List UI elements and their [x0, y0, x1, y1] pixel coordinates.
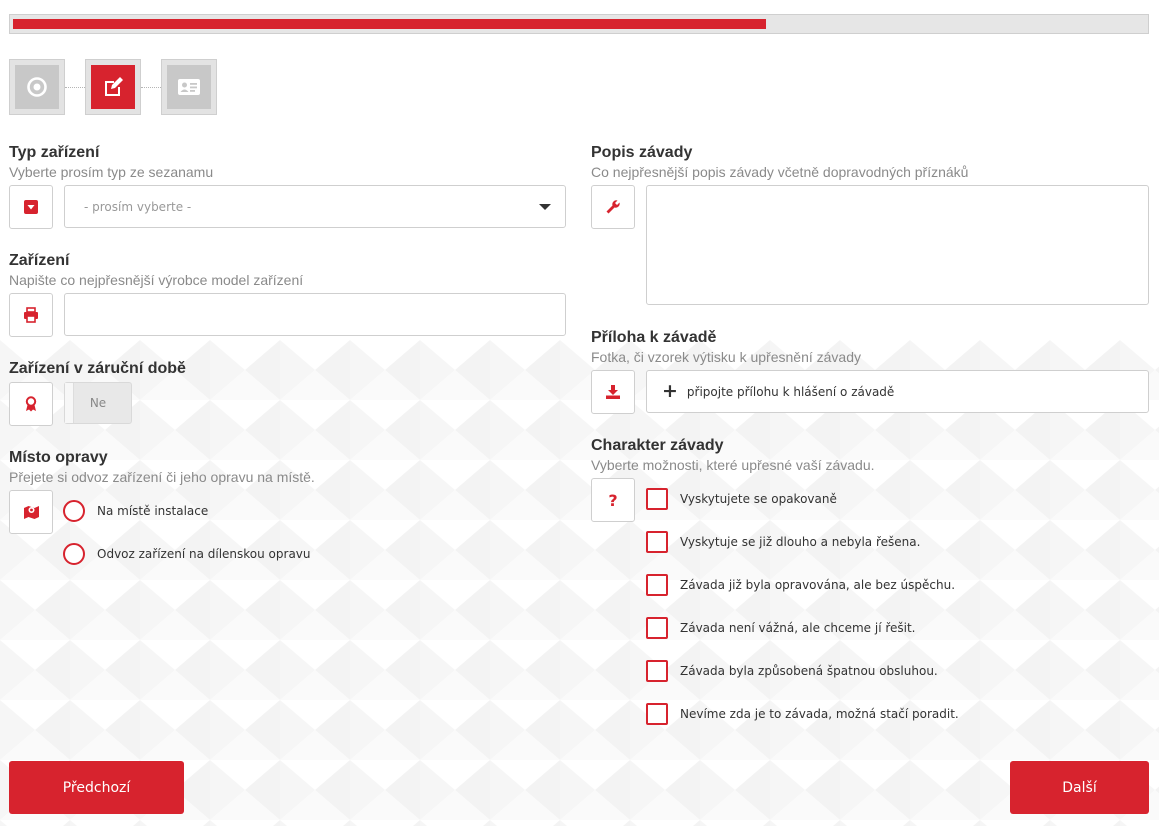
next-button[interactable]: Další	[1010, 761, 1149, 814]
fault-character-field: Charakter závady Vyberte možnosti, které…	[591, 437, 1151, 737]
printer-icon	[24, 307, 38, 323]
attachment-icon-box	[591, 370, 635, 414]
progress-bar	[9, 14, 1149, 34]
repair-place-title: Místo opravy	[9, 449, 108, 466]
step-connector	[141, 87, 161, 88]
radio-button[interactable]	[63, 500, 85, 522]
fault-description-field: Popis závady Co nejpřesnější popis závad…	[591, 144, 1151, 305]
step-id-card[interactable]	[161, 59, 217, 115]
wrench-icon	[606, 200, 620, 214]
fault-character-title: Charakter závady	[591, 437, 724, 454]
caret-square-down-icon	[24, 200, 38, 214]
chevron-down-icon	[539, 204, 551, 210]
fault-character-subtitle: Vyberte možnosti, které upřesné vaší záv…	[591, 457, 875, 473]
progress-bar-fill	[13, 19, 766, 29]
device-type-select[interactable]: - prosím vyberte -	[64, 185, 566, 228]
checkbox[interactable]	[646, 617, 668, 639]
checkbox-label: Závada byla způsobená špatnou obsluhou.	[680, 664, 938, 678]
repair-place-subtitle: Přejete si odvoz zařízení či jeho opravu…	[9, 469, 315, 485]
checkbox-label: Vyskytuje se již dlouho a nebyla řešena.	[680, 535, 921, 549]
fault-character-icon-box: ?	[591, 478, 635, 522]
edit-icon	[105, 77, 123, 96]
checkbox-option-not-serious[interactable]: Závada není vážná, ale chceme jí řešit.	[646, 617, 916, 639]
checkbox[interactable]	[646, 488, 668, 510]
fault-description-subtitle: Co nejpřesnější popis závady včetně dopr…	[591, 164, 969, 180]
step-edit[interactable]	[85, 59, 141, 115]
checkbox[interactable]	[646, 531, 668, 553]
device-type-icon-box	[9, 185, 53, 229]
device-input[interactable]	[64, 293, 566, 336]
warranty-toggle-label: Ne	[89, 396, 107, 410]
fault-description-title: Popis závady	[591, 144, 693, 161]
step-connector	[65, 87, 85, 88]
checkbox[interactable]	[646, 660, 668, 682]
plus-icon: +	[662, 380, 678, 402]
checkbox-option-advice[interactable]: Nevíme zda je to závada, možná stačí por…	[646, 703, 959, 725]
step-target[interactable]	[9, 59, 65, 115]
award-icon	[25, 396, 37, 412]
warranty-field: Zařízení v záruční době Ne	[9, 360, 569, 426]
fault-description-icon-box	[591, 185, 635, 229]
id-card-icon	[178, 79, 200, 95]
checkbox[interactable]	[646, 703, 668, 725]
warranty-title: Zařízení v záruční době	[9, 360, 186, 377]
checkbox-option-long-time[interactable]: Vyskytuje se již dlouho a nebyla řešena.	[646, 531, 920, 553]
fault-description-textarea[interactable]	[646, 185, 1149, 305]
device-subtitle: Napište co nejpřesnější výrobce model za…	[9, 272, 304, 288]
radio-label: Odvoz zařízení na dílenskou opravu	[97, 547, 311, 561]
attachment-subtitle: Fotka, či vzorek výtisku k upřesnění záv…	[591, 349, 861, 365]
radio-label: Na místě instalace	[97, 504, 209, 518]
checkbox-label: Nevíme zda je to závada, možná stačí por…	[680, 707, 959, 721]
checkbox-label: Závada již byla opravována, ale bez úspě…	[680, 578, 956, 592]
checkbox-option-misuse[interactable]: Závada byla způsobená špatnou obsluhou.	[646, 660, 938, 682]
warranty-toggle[interactable]: Ne	[64, 382, 132, 424]
attachment-field: Příloha k závadě Fotka, či vzorek výtisk…	[591, 329, 1151, 414]
radio-option-on-site[interactable]: Na místě instalace	[63, 500, 208, 522]
radio-option-workshop[interactable]: Odvoz zařízení na dílenskou opravu	[63, 543, 311, 565]
checkbox-label: Závada není vážná, ale chceme jí řešit.	[680, 621, 916, 635]
device-title: Zařízení	[9, 252, 70, 269]
radio-button[interactable]	[63, 543, 85, 565]
attach-file-button[interactable]: + připojte přílohu k hlášení o závadě	[646, 370, 1149, 413]
question-icon: ?	[608, 490, 618, 510]
checkbox-option-repaired[interactable]: Závada již byla opravována, ale bez úspě…	[646, 574, 955, 596]
device-type-title: Typ zařízení	[9, 144, 100, 161]
checkbox-label: Vyskytujete se opakovaně	[680, 492, 837, 506]
checkbox-option-repeated[interactable]: Vyskytujete se opakovaně	[646, 488, 837, 510]
repair-place-icon-box	[9, 490, 53, 534]
device-icon-box	[9, 293, 53, 337]
target-icon	[27, 77, 47, 97]
attach-file-label: připojte přílohu k hlášení o závadě	[686, 384, 895, 399]
device-type-field: Typ zařízení Vyberte prosím typ ze sezan…	[9, 144, 569, 229]
download-icon	[606, 385, 620, 399]
checkbox[interactable]	[646, 574, 668, 596]
device-type-subtitle: Vyberte prosím typ ze sezanamu	[9, 164, 214, 180]
attachment-title: Příloha k závadě	[591, 329, 717, 346]
previous-button[interactable]: Předchozí	[9, 761, 184, 814]
warranty-icon-box	[9, 382, 53, 426]
map-icon	[23, 506, 39, 519]
device-field: Zařízení Napište co nejpřesnější výrobce…	[9, 252, 569, 337]
device-type-select-value: - prosím vyberte -	[84, 199, 192, 214]
repair-place-field: Místo opravy Přejete si odvoz zařízení č…	[9, 449, 569, 569]
